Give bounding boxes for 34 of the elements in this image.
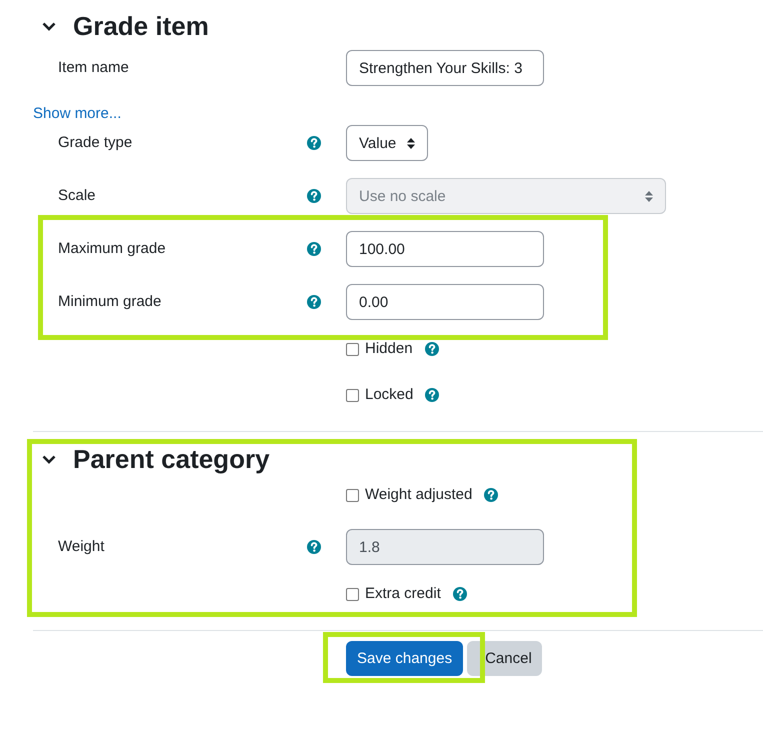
field-label: Item name (58, 58, 130, 78)
section-heading: Parent category (73, 444, 270, 474)
checkbox-label[interactable]: Extra credit (365, 584, 441, 604)
checkbox-label[interactable]: Locked (365, 385, 414, 405)
text-field[interactable]: Strengthen Your Skills: 3 (346, 50, 544, 86)
checkbox[interactable] (346, 388, 359, 402)
help-icon[interactable] (424, 342, 439, 356)
help-icon[interactable] (307, 136, 321, 150)
sort-arrows-icon (645, 190, 653, 202)
field-label: Scale (58, 186, 97, 206)
cancel-button[interactable]: Cancel (467, 641, 542, 676)
field-label: Grade type (58, 133, 134, 153)
help-icon[interactable] (307, 242, 321, 256)
chevron-down-icon[interactable] (42, 454, 56, 464)
show-more-link[interactable]: Show more... (33, 103, 122, 125)
section-heading: Grade item (73, 11, 209, 41)
save-button[interactable]: Save changes (346, 641, 464, 676)
chevron-down-icon[interactable] (42, 22, 56, 30)
checkbox[interactable] (346, 342, 359, 356)
checkbox-label[interactable]: Weight adjusted (365, 485, 472, 505)
text-field[interactable]: 0.00 (346, 284, 544, 320)
sort-arrows-icon (407, 138, 416, 148)
help-icon[interactable] (425, 388, 440, 402)
help-icon[interactable] (452, 587, 467, 601)
dropdown[interactable]: Value (346, 125, 428, 161)
help-icon[interactable] (484, 488, 498, 502)
checkbox[interactable] (346, 588, 359, 600)
checkbox-label[interactable]: Hidden (365, 339, 413, 359)
field-label: Minimum grade (58, 292, 162, 312)
text-field[interactable]: 100.00 (346, 231, 544, 267)
checkbox[interactable] (346, 488, 359, 502)
field-label: Maximum grade (58, 239, 167, 259)
field-label: Weight (58, 537, 106, 557)
help-icon[interactable] (307, 295, 321, 309)
